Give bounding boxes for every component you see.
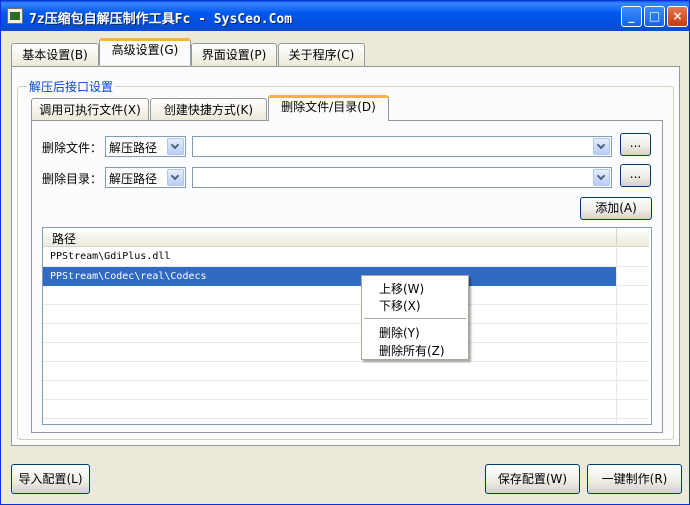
minimize-button[interactable]: _ (621, 6, 642, 27)
column-header-path-label: 路径 (52, 232, 77, 246)
grid-line (43, 342, 649, 343)
tab-about[interactable]: 关于程序(C) (278, 43, 365, 67)
subtab-delete-file-dir[interactable]: 删除文件/目录(D) (268, 95, 389, 121)
list-item-selected[interactable]: PPStream\Codec\real\Codecs (43, 267, 616, 286)
menu-separator (364, 318, 466, 319)
delete-dir-label: 删除目录： (42, 172, 103, 186)
delete-file-dir-panel: 删除文件： 解压路径 ... 删除目录： 解压路径 ... 添加(A) 路径 P… (31, 120, 663, 433)
menu-item-move-down[interactable]: 下移(X) (379, 297, 421, 314)
list-header: 路径 (43, 228, 649, 247)
list-item[interactable]: PPStream\GdiPlus.dll (43, 247, 616, 266)
maximize-button[interactable]: □ (644, 6, 665, 27)
delete-dir-browse-button[interactable]: ... (620, 164, 651, 187)
subtab-create-shortcut[interactable]: 创建快捷方式(K) (150, 98, 267, 121)
app-icon[interactable] (7, 8, 23, 24)
grid-column-line (616, 246, 617, 424)
delete-file-label: 删除文件： (42, 141, 103, 155)
one-click-build-button[interactable]: 一键制作(R) (587, 464, 682, 494)
import-config-button[interactable]: 导入配置(L) (11, 464, 90, 494)
tab-ui-settings[interactable]: 界面设置(P) (191, 43, 277, 67)
chevron-down-icon[interactable] (167, 169, 184, 186)
path-list[interactable]: 路径 PPStream\GdiPlus.dll PPStream\Codec\r… (42, 227, 652, 425)
context-menu: 上移(W) 下移(X) 删除(Y) 删除所有(Z) (361, 275, 469, 360)
menu-item-delete[interactable]: 删除(Y) (379, 324, 420, 341)
grid-line (43, 361, 649, 362)
delete-dir-path-type[interactable]: 解压路径 (105, 167, 186, 188)
delete-dir-input[interactable] (192, 167, 612, 188)
delete-file-path-type-value: 解压路径 (109, 141, 158, 155)
title-bar[interactable]: 7z压缩包自解压制作工具Fc - SysCeo.Com _ □ × (1, 1, 689, 31)
grid-line (43, 323, 649, 324)
chevron-down-icon[interactable] (593, 138, 610, 155)
advanced-settings-panel: 解压后接口设置 调用可执行文件(X) 创建快捷方式(K) 删除文件/目录(D) … (11, 66, 680, 446)
grid-line (43, 399, 649, 400)
chevron-down-icon[interactable] (167, 138, 184, 155)
chevron-down-icon[interactable] (593, 169, 610, 186)
grid-line (43, 380, 649, 381)
tab-basic-settings[interactable]: 基本设置(B) (11, 43, 99, 67)
delete-dir-path-type-value: 解压路径 (109, 172, 158, 186)
delete-file-input[interactable] (192, 136, 612, 157)
menu-item-move-up[interactable]: 上移(W) (379, 280, 424, 297)
save-config-button[interactable]: 保存配置(W) (485, 464, 580, 494)
subtab-call-executable[interactable]: 调用可执行文件(X) (31, 98, 149, 121)
grid-line (43, 418, 649, 419)
close-button[interactable]: × (667, 6, 688, 27)
grid-line (43, 304, 649, 305)
delete-file-path-type[interactable]: 解压路径 (105, 136, 186, 157)
tab-advanced-settings[interactable]: 高级设置(G) (99, 38, 191, 65)
group-title: 解压后接口设置 (27, 78, 116, 95)
app-window: 7z压缩包自解压制作工具Fc - SysCeo.Com _ □ × 基本设置(B… (0, 0, 690, 505)
delete-file-browse-button[interactable]: ... (620, 133, 651, 156)
column-header-path[interactable]: 路径 (43, 228, 617, 246)
add-button[interactable]: 添加(A) (580, 197, 652, 220)
menu-item-delete-all[interactable]: 删除所有(Z) (379, 342, 445, 359)
window-title: 7z压缩包自解压制作工具Fc - SysCeo.Com (29, 12, 293, 27)
